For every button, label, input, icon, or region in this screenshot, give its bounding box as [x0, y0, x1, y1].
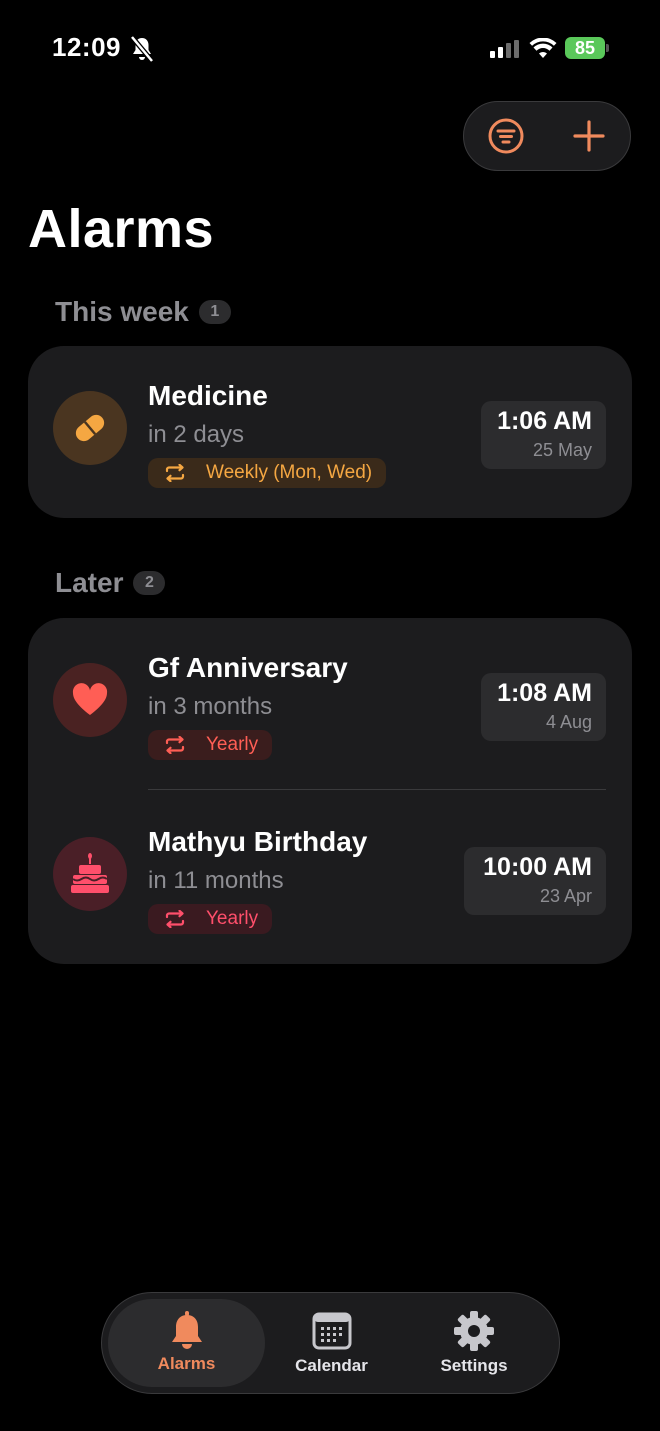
repeat-icon: [165, 464, 185, 482]
tab-alarms[interactable]: Alarms: [108, 1298, 265, 1388]
count-badge: 1: [198, 300, 231, 324]
tab-settings[interactable]: Settings: [404, 1298, 544, 1388]
cake-icon: [71, 853, 109, 893]
alarm-relative-time: in 11 months: [148, 867, 284, 894]
repeat-chip: Weekly (Mon, Wed): [148, 458, 387, 488]
battery-level: 85: [574, 37, 596, 58]
time-box: 1:06 AM 25 May: [481, 401, 606, 469]
repeat-chip: Yearly: [148, 904, 273, 934]
time-box: 1:08 AM 4 Aug: [481, 673, 606, 741]
alarm-icon-circle: [53, 663, 127, 737]
heart-icon: [72, 683, 108, 715]
page-title: Alarms: [28, 199, 215, 259]
alarm-card-later: Gf Anniversary in 3 months Yearly 1:08 A…: [28, 618, 632, 964]
bell-icon: [171, 1311, 202, 1349]
alarm-time: 1:08 AM: [497, 679, 592, 707]
repeat-label: Weekly (Mon, Wed): [206, 462, 373, 483]
tab-bar: Alarms Calendar Settings: [101, 1292, 560, 1394]
alarm-row-medicine[interactable]: Medicine in 2 days Weekly (Mon, Wed) 1:0…: [28, 364, 632, 504]
alarm-date: 25 May: [532, 440, 592, 460]
alarm-icon-circle: [53, 391, 127, 465]
alarm-relative-time: in 2 days: [148, 421, 245, 448]
section-header-this-week: This week 1: [55, 296, 231, 328]
cellular-signal-icon: [490, 40, 519, 58]
alarm-time: 1:06 AM: [497, 407, 592, 435]
time-box: 10:00 AM 23 Apr: [464, 847, 606, 915]
repeat-label: Yearly: [206, 734, 259, 755]
filter-button[interactable]: [476, 106, 536, 166]
alarm-relative-time: in 3 months: [148, 693, 273, 720]
tab-calendar[interactable]: Calendar: [259, 1298, 404, 1388]
alarm-name: Mathyu Birthday: [148, 826, 368, 857]
battery-tip: [606, 44, 609, 52]
section-title: Later: [55, 567, 124, 598]
alarm-name: Medicine: [148, 380, 268, 411]
battery-indicator: 85: [565, 37, 605, 59]
repeat-icon: [165, 736, 185, 754]
status-time: 12:09: [52, 32, 121, 62]
alarm-time: 10:00 AM: [483, 853, 592, 881]
add-alarm-button[interactable]: [559, 106, 619, 166]
row-divider: [148, 789, 606, 790]
count-badge: 2: [133, 571, 166, 595]
repeat-label: Yearly: [206, 908, 259, 929]
section-header-later: Later 2: [55, 567, 166, 599]
alarm-date: 4 Aug: [545, 712, 592, 732]
tab-label: Alarms: [157, 1354, 216, 1373]
top-actions: [463, 101, 631, 171]
plus-icon: [572, 120, 605, 152]
tab-label: Calendar: [295, 1356, 368, 1375]
status-bar: 12:09 85: [0, 0, 660, 100]
alarm-name: Gf Anniversary: [148, 652, 348, 683]
alarm-card-this-week: Medicine in 2 days Weekly (Mon, Wed) 1:0…: [28, 346, 632, 518]
wifi-icon: [529, 38, 557, 58]
tab-label: Settings: [440, 1356, 508, 1375]
bell-slash-icon: [130, 36, 154, 62]
calendar-icon: [312, 1312, 351, 1350]
section-title: This week: [55, 296, 189, 327]
repeat-icon: [165, 910, 185, 928]
alarm-date: 23 Apr: [539, 886, 592, 906]
filter-icon: [488, 118, 523, 154]
alarm-icon-circle: [53, 837, 127, 911]
alarm-row-gf-anniversary[interactable]: Gf Anniversary in 3 months Yearly 1:08 A…: [28, 636, 632, 776]
alarm-row-mathyu-birthday[interactable]: Mathyu Birthday in 11 months Yearly 10:0…: [28, 810, 632, 950]
gear-icon: [454, 1311, 494, 1351]
pill-icon: [75, 414, 105, 442]
repeat-chip: Yearly: [148, 730, 273, 760]
